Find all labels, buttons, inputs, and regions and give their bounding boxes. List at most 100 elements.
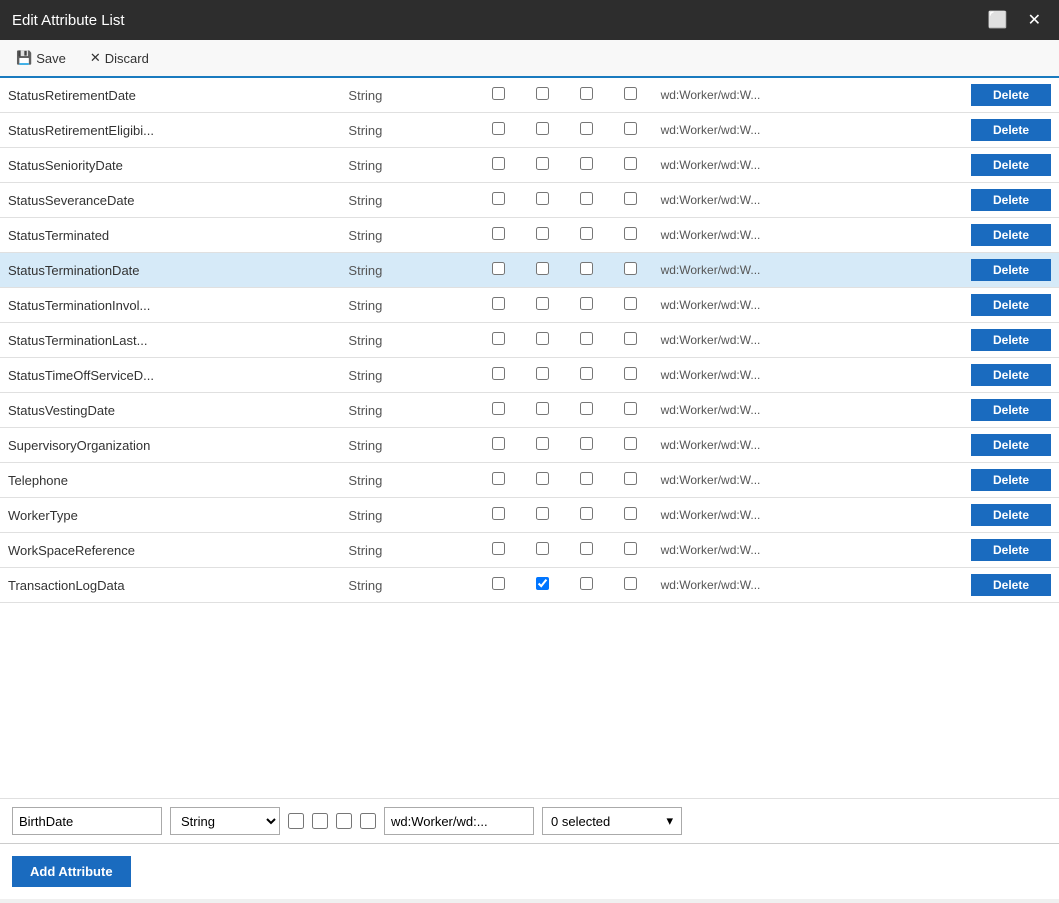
row-check1[interactable] — [477, 568, 521, 603]
table-scroll[interactable]: StatusRetirementDate String wd:Worker/wd… — [0, 78, 1059, 798]
row-check3[interactable] — [565, 183, 609, 218]
row-check3[interactable] — [565, 428, 609, 463]
row-check3[interactable] — [565, 358, 609, 393]
check2-input[interactable] — [536, 87, 549, 100]
row-check1[interactable] — [477, 253, 521, 288]
row-check4[interactable] — [609, 463, 653, 498]
check4-input[interactable] — [624, 297, 637, 310]
row-check1[interactable] — [477, 533, 521, 568]
check2-input[interactable] — [536, 507, 549, 520]
delete-button[interactable]: Delete — [971, 84, 1051, 106]
check4-input[interactable] — [624, 402, 637, 415]
row-check3[interactable] — [565, 148, 609, 183]
check1-input[interactable] — [492, 367, 505, 380]
row-check1[interactable] — [477, 183, 521, 218]
check1-input[interactable] — [492, 122, 505, 135]
new-type-select[interactable]: StringIntegerBooleanDateFloat — [170, 807, 280, 835]
row-check4[interactable] — [609, 358, 653, 393]
new-check3[interactable] — [336, 813, 352, 829]
row-check4[interactable] — [609, 78, 653, 113]
check3-input[interactable] — [580, 332, 593, 345]
check1-input[interactable] — [492, 192, 505, 205]
row-check3[interactable] — [565, 78, 609, 113]
row-check1[interactable] — [477, 78, 521, 113]
check3-input[interactable] — [580, 192, 593, 205]
delete-button[interactable]: Delete — [971, 294, 1051, 316]
row-check3[interactable] — [565, 288, 609, 323]
row-check2[interactable] — [521, 218, 565, 253]
check2-input[interactable] — [536, 367, 549, 380]
check2-input[interactable] — [536, 297, 549, 310]
check2-input[interactable] — [536, 472, 549, 485]
row-check4[interactable] — [609, 428, 653, 463]
check3-input[interactable] — [580, 297, 593, 310]
row-check4[interactable] — [609, 498, 653, 533]
row-check1[interactable] — [477, 498, 521, 533]
check4-input[interactable] — [624, 367, 637, 380]
delete-button[interactable]: Delete — [971, 504, 1051, 526]
save-button[interactable]: 💾 Save — [12, 48, 70, 68]
check4-input[interactable] — [624, 332, 637, 345]
row-check4[interactable] — [609, 393, 653, 428]
row-check3[interactable] — [565, 113, 609, 148]
check4-input[interactable] — [624, 262, 637, 275]
delete-button[interactable]: Delete — [971, 189, 1051, 211]
row-check3[interactable] — [565, 218, 609, 253]
row-check2[interactable] — [521, 498, 565, 533]
row-check4[interactable] — [609, 183, 653, 218]
check2-input[interactable] — [536, 437, 549, 450]
check3-input[interactable] — [580, 87, 593, 100]
check2-input[interactable] — [536, 577, 549, 590]
row-check1[interactable] — [477, 463, 521, 498]
row-check1[interactable] — [477, 358, 521, 393]
check4-input[interactable] — [624, 87, 637, 100]
row-check4[interactable] — [609, 148, 653, 183]
check1-input[interactable] — [492, 332, 505, 345]
check3-input[interactable] — [580, 157, 593, 170]
check1-input[interactable] — [492, 472, 505, 485]
delete-button[interactable]: Delete — [971, 119, 1051, 141]
row-check1[interactable] — [477, 428, 521, 463]
delete-button[interactable]: Delete — [971, 399, 1051, 421]
row-check4[interactable] — [609, 218, 653, 253]
delete-button[interactable]: Delete — [971, 224, 1051, 246]
check1-input[interactable] — [492, 437, 505, 450]
row-check4[interactable] — [609, 288, 653, 323]
check3-input[interactable] — [580, 577, 593, 590]
check1-input[interactable] — [492, 227, 505, 240]
check3-input[interactable] — [580, 227, 593, 240]
check1-input[interactable] — [492, 157, 505, 170]
delete-button[interactable]: Delete — [971, 539, 1051, 561]
discard-button[interactable]: ✕ Discard — [86, 48, 153, 68]
row-check1[interactable] — [477, 288, 521, 323]
row-check2[interactable] — [521, 78, 565, 113]
check1-input[interactable] — [492, 507, 505, 520]
check2-input[interactable] — [536, 157, 549, 170]
delete-button[interactable]: Delete — [971, 364, 1051, 386]
check1-input[interactable] — [492, 402, 505, 415]
row-check2[interactable] — [521, 253, 565, 288]
delete-button[interactable]: Delete — [971, 574, 1051, 596]
check2-input[interactable] — [536, 332, 549, 345]
check1-input[interactable] — [492, 542, 505, 555]
row-check2[interactable] — [521, 428, 565, 463]
row-check1[interactable] — [477, 393, 521, 428]
check3-input[interactable] — [580, 402, 593, 415]
row-check2[interactable] — [521, 533, 565, 568]
row-check1[interactable] — [477, 323, 521, 358]
check1-input[interactable] — [492, 297, 505, 310]
row-check2[interactable] — [521, 568, 565, 603]
check3-input[interactable] — [580, 262, 593, 275]
row-check4[interactable] — [609, 113, 653, 148]
check3-input[interactable] — [580, 542, 593, 555]
check4-input[interactable] — [624, 437, 637, 450]
row-check2[interactable] — [521, 148, 565, 183]
delete-button[interactable]: Delete — [971, 259, 1051, 281]
row-check3[interactable] — [565, 323, 609, 358]
row-check1[interactable] — [477, 148, 521, 183]
new-check4[interactable] — [360, 813, 376, 829]
row-check2[interactable] — [521, 288, 565, 323]
row-check3[interactable] — [565, 463, 609, 498]
check2-input[interactable] — [536, 192, 549, 205]
check1-input[interactable] — [492, 577, 505, 590]
